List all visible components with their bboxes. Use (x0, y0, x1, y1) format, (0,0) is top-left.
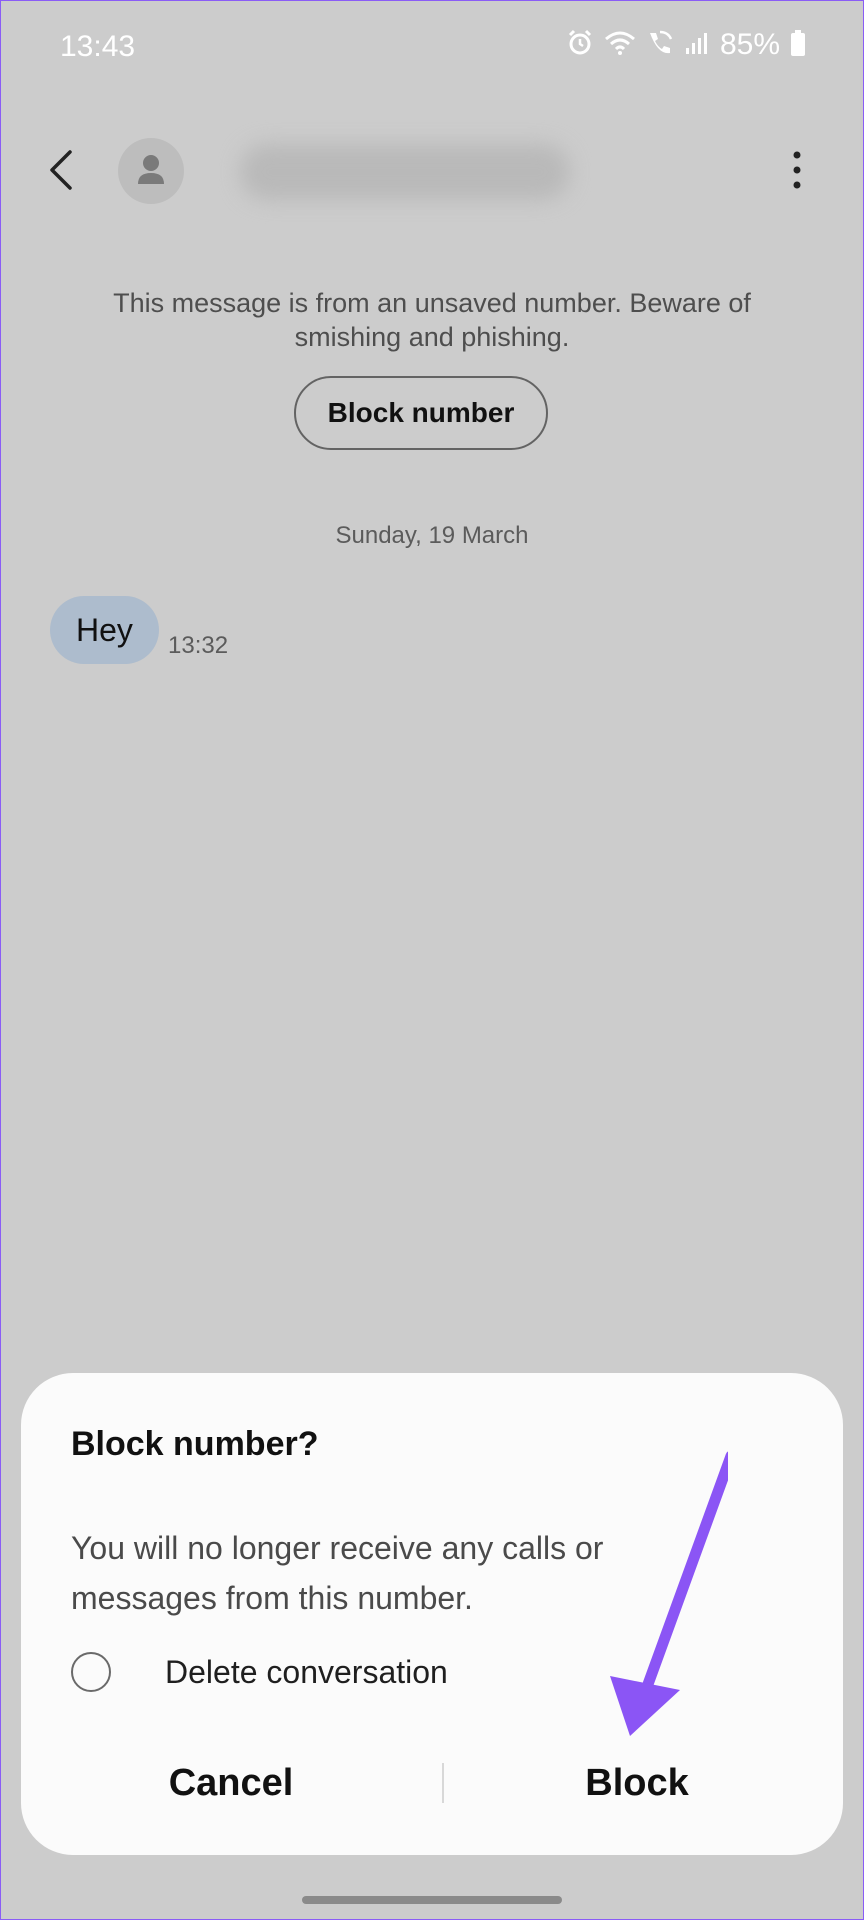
battery-percent: 85% (719, 28, 780, 61)
dialog-title: Block number? (71, 1425, 319, 1463)
button-divider (442, 1763, 444, 1803)
avatar[interactable] (118, 138, 184, 204)
chevron-left-icon[interactable] (46, 148, 76, 197)
wifi-call-icon (646, 29, 674, 62)
alarm-icon (566, 29, 594, 62)
status-icons: 85% (566, 28, 806, 62)
unsaved-number-notice: This message is from an unsaved number. … (113, 288, 751, 352)
battery-icon (790, 29, 806, 62)
conversation-header (0, 120, 864, 220)
block-button[interactable]: Block (487, 1743, 787, 1823)
annotation-arrow-icon (608, 1440, 737, 1745)
block-number-button[interactable]: Block number (294, 376, 548, 450)
person-icon (138, 155, 164, 184)
cancel-button[interactable]: Cancel (81, 1743, 381, 1823)
contact-name-blurred (240, 144, 570, 200)
delete-conversation-label: Delete conversation (165, 1653, 448, 1690)
message-bubble[interactable]: Hey (50, 596, 159, 664)
dialog-actions: Cancel Block (21, 1743, 843, 1823)
delete-conversation-checkbox[interactable] (71, 1652, 111, 1692)
gesture-nav-handle[interactable] (302, 1896, 562, 1904)
message-time: 13:32 (168, 632, 229, 659)
status-bar: 13:43 85% (0, 0, 864, 96)
status-time: 13:43 (60, 30, 136, 63)
signal-icon (684, 30, 710, 61)
kebab-vertical-icon[interactable] (790, 150, 804, 195)
wifi-icon (604, 29, 636, 62)
date-separator: Sunday, 19 March (335, 522, 529, 549)
delete-conversation-option[interactable]: Delete conversation (71, 1647, 448, 1697)
